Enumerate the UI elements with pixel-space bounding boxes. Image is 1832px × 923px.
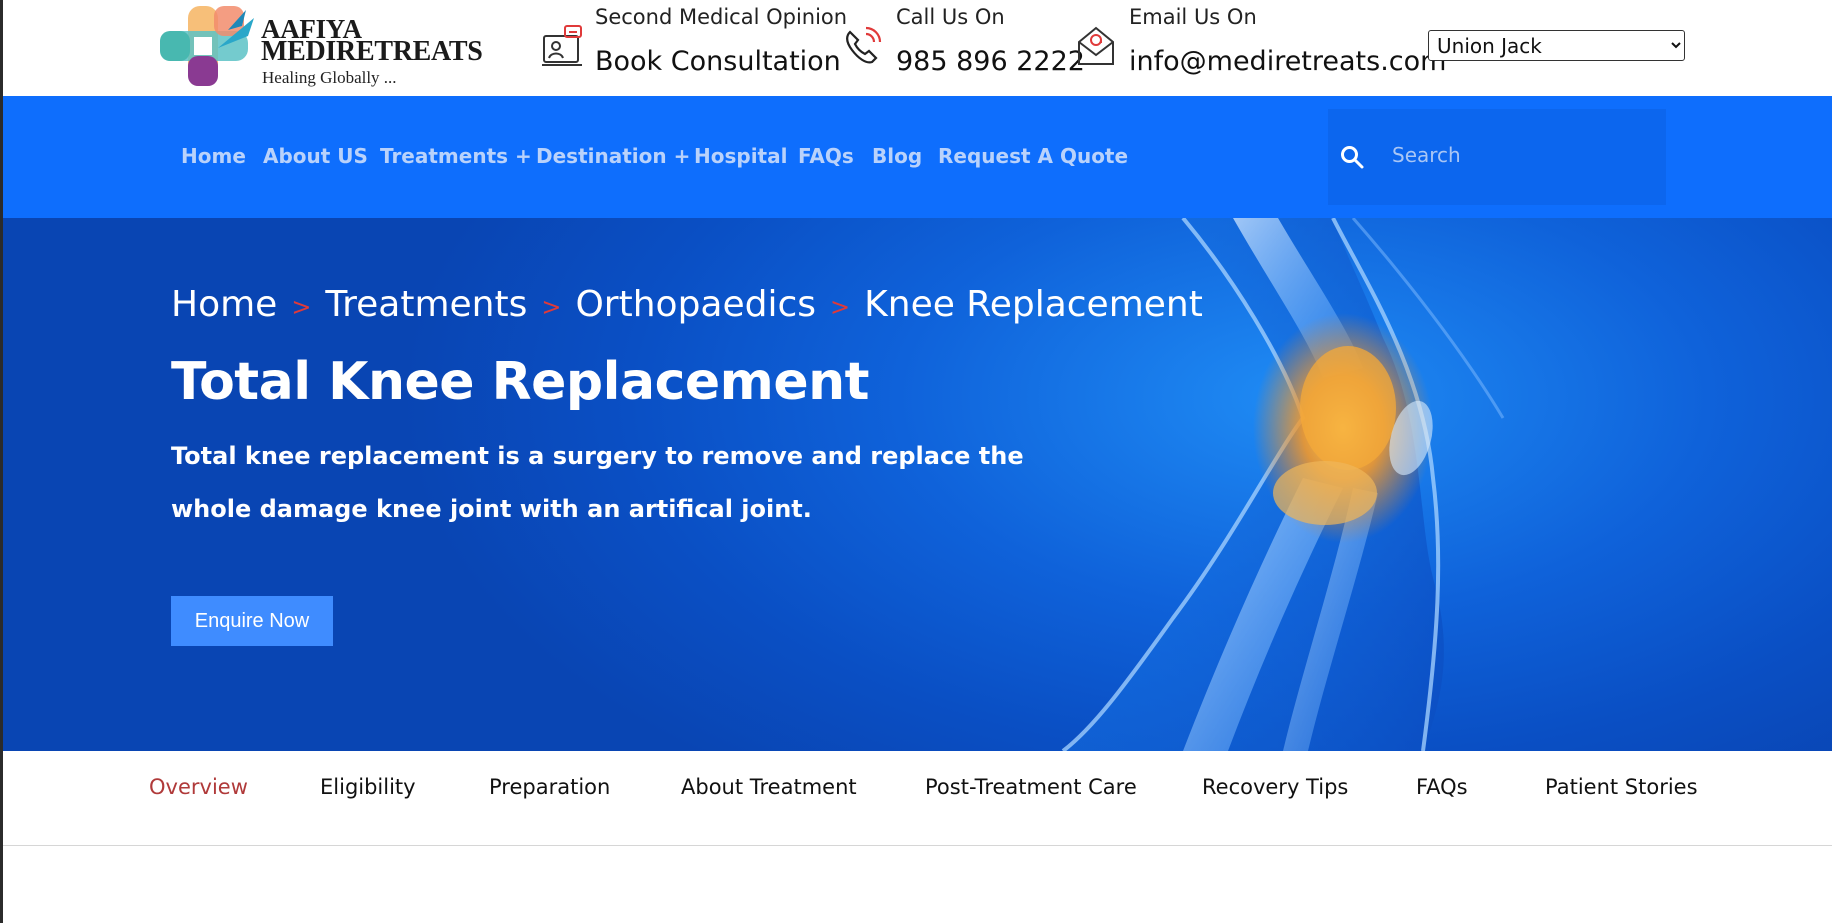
breadcrumb-separator: > (291, 293, 312, 321)
nav-about-us[interactable]: About US (263, 144, 368, 168)
nav-hospital[interactable]: Hospital (694, 144, 787, 168)
top-header: AAFIYA MEDIRETREATS Healing Globally ...… (3, 0, 1832, 96)
hero-description: Total knee replacement is a surgery to r… (171, 442, 1024, 523)
tab-faqs[interactable]: FAQs (1416, 775, 1468, 799)
nav-faqs[interactable]: FAQs (798, 144, 854, 168)
breadcrumb-home[interactable]: Home (171, 284, 277, 325)
phone-label: Call Us On (896, 5, 1005, 29)
tab-preparation[interactable]: Preparation (489, 775, 610, 799)
enquire-now-button[interactable]: Enquire Now (171, 596, 333, 646)
breadcrumb: Home > Treatments > Orthopaedics > Knee Replac… (171, 284, 1203, 325)
page-title: Total Knee Replacement (171, 352, 869, 412)
email-icon (1078, 26, 1114, 65)
tab-recovery-tips[interactable]: Recovery Tips (1202, 775, 1348, 799)
nav-treatments[interactable]: Treatments + (380, 144, 532, 168)
search-box (1328, 109, 1666, 205)
main-nav: Home About US Treatments + Destination +… (3, 96, 1832, 218)
breadcrumb-current: Knee Replacement (864, 284, 1203, 325)
breadcrumb-separator: > (830, 293, 851, 321)
tab-patient-stories[interactable]: Patient Stories (1545, 775, 1698, 799)
breadcrumb-orthopaedics[interactable]: Orthopaedics (575, 284, 816, 325)
brand-name-line2: MEDIRETREATS (261, 36, 483, 67)
section-tabs: Overview Eligibility Preparation About T… (3, 751, 1832, 846)
phone-icon (846, 26, 882, 64)
hero-banner: Home > Treatments > Orthopaedics > Knee Replac… (3, 218, 1832, 751)
page: AAFIYA MEDIRETREATS Healing Globally ...… (3, 0, 1832, 923)
email-label: Email Us On (1129, 5, 1257, 29)
language-select[interactable]: Union Jack (1428, 30, 1685, 61)
email-address-link[interactable]: info@mediretreats.com (1129, 46, 1446, 77)
search-icon[interactable] (1339, 144, 1365, 170)
breadcrumb-separator: > (541, 293, 562, 321)
book-consultation-link[interactable]: Book Consultation (595, 46, 841, 77)
brand-logo[interactable]: AAFIYA MEDIRETREATS Healing Globally ... (158, 4, 488, 92)
tab-overview[interactable]: Overview (149, 775, 248, 799)
phone-number-link[interactable]: 985 896 2222 (896, 46, 1085, 77)
nav-home[interactable]: Home (181, 144, 246, 168)
consultation-label: Second Medical Opinion (595, 5, 848, 29)
tab-post-treatment-care[interactable]: Post-Treatment Care (925, 775, 1137, 799)
breadcrumb-treatments[interactable]: Treatments (325, 284, 527, 325)
search-input[interactable] (1390, 132, 1654, 178)
nav-blog[interactable]: Blog (872, 144, 922, 168)
nav-request-quote[interactable]: Request A Quote (938, 144, 1128, 168)
logo-cross-icon (160, 6, 254, 86)
tab-about-treatment[interactable]: About Treatment (681, 775, 857, 799)
consultation-icon (542, 25, 582, 66)
brand-tagline: Healing Globally ... (262, 68, 397, 87)
nav-destination[interactable]: Destination + (536, 144, 690, 168)
tab-eligibility[interactable]: Eligibility (320, 775, 416, 799)
